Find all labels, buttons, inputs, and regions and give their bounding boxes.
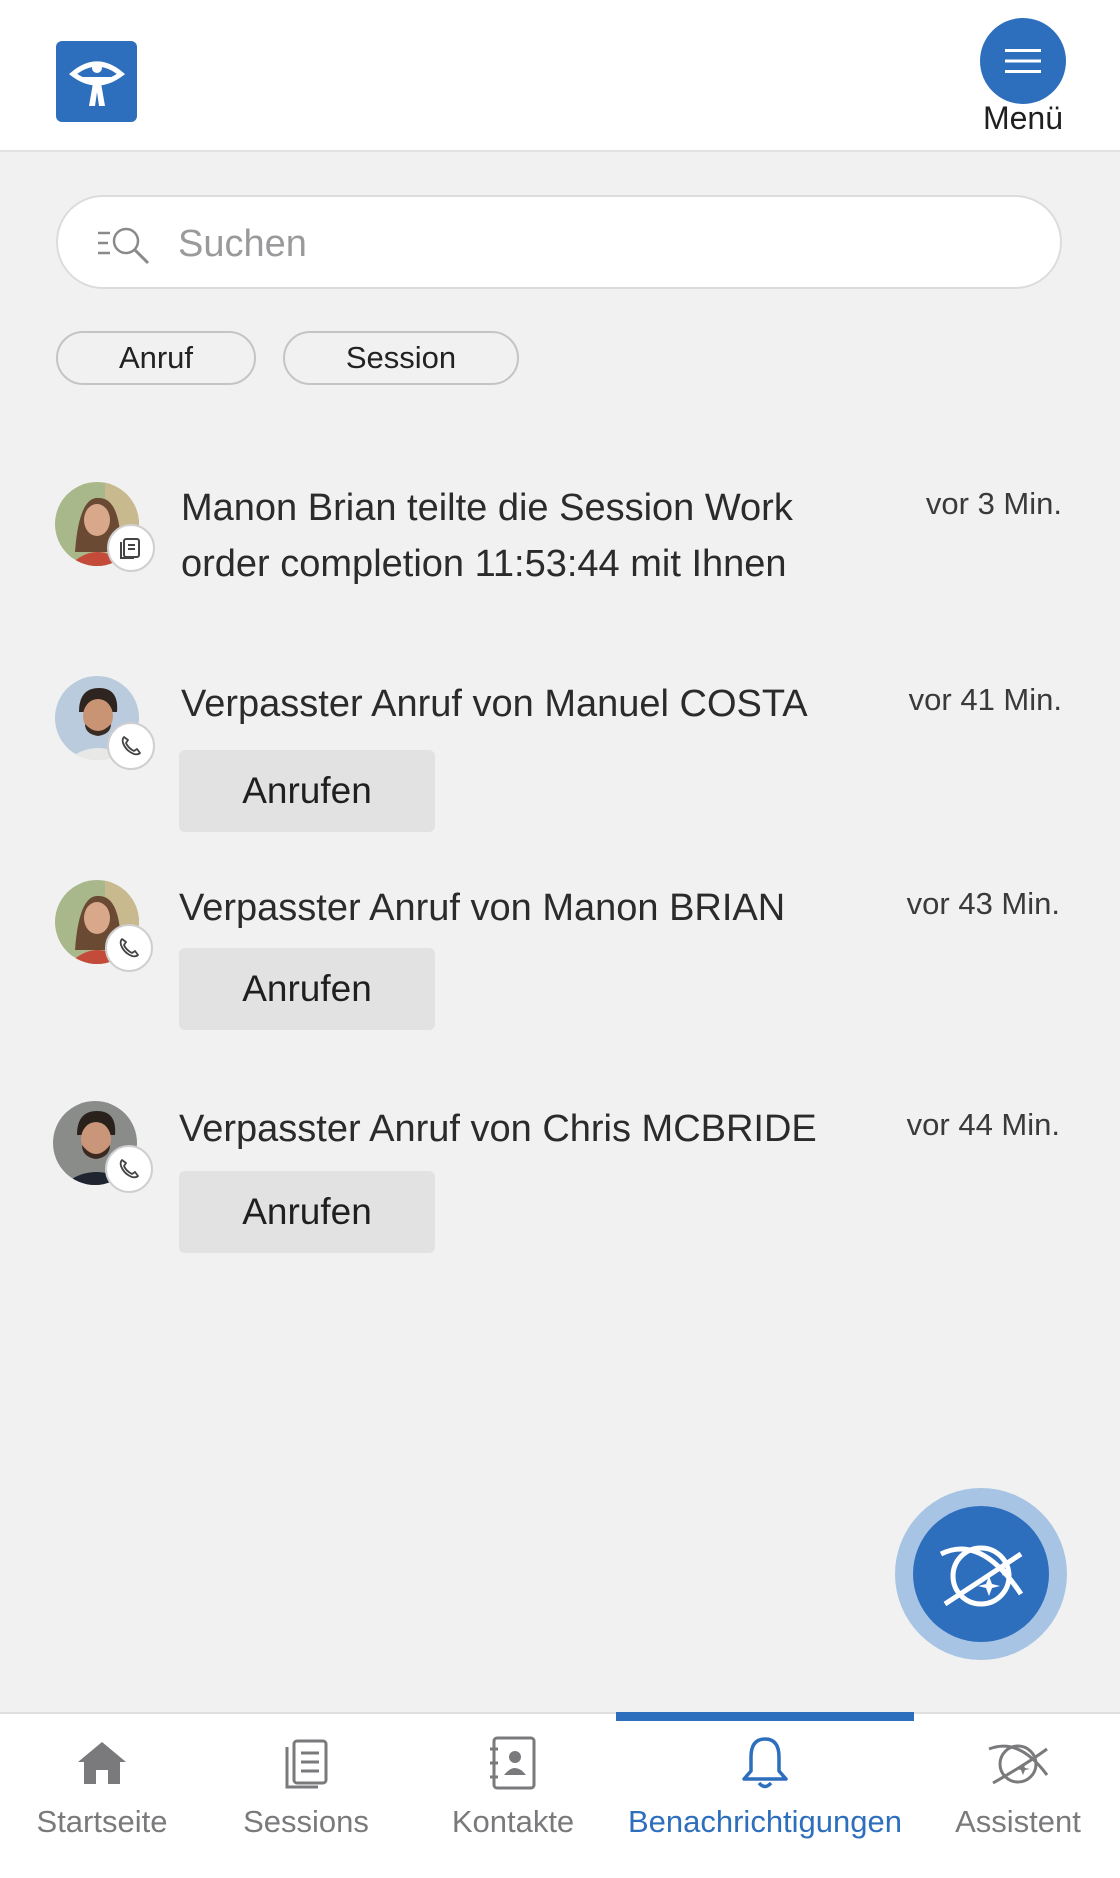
notification-item[interactable]: Manon Brian teilte die Session Work orde… [0,480,1120,620]
search-bar[interactable] [56,195,1062,289]
notification-text: Verpasster Anruf von Manon BRIAN [179,887,786,929]
nav-label: Assistent [955,1804,1081,1839]
nav-item-sessions[interactable]: Sessions [218,1714,394,1878]
bell-icon [742,1737,788,1789]
phone-icon [119,938,139,958]
nav-label: Benachrichtigungen [627,1804,903,1839]
nav-item-benachrichtigungen[interactable]: Benachrichtigungen [612,1714,918,1878]
notification-time: vor 43 Min. [906,886,1060,921]
nav-item-startseite[interactable]: Startseite [14,1714,190,1878]
assistant-fab[interactable] [895,1488,1067,1660]
call-back-button[interactable]: Anrufen [179,750,435,832]
app-logo[interactable] [56,41,137,122]
assistant-icon [988,1744,1049,1785]
notification-item: Verpasster Anruf von Manon BRIAN vor 43 … [0,876,1120,1046]
menu-button[interactable] [980,18,1066,104]
contacts-icon [490,1736,536,1790]
notification-item: Verpasster Anruf von Chris MCBRIDE vor 4… [0,1099,1120,1269]
hamburger-icon [1005,49,1041,73]
notification-item: Verpasster Anruf von Manuel COSTA vor 41… [0,674,1120,844]
nav-label: Sessions [243,1804,369,1839]
notification-time: vor 44 Min. [906,1107,1060,1142]
badge [107,524,155,572]
notification-text: Verpasster Anruf von Manuel COSTA [181,683,808,725]
document-icon [120,538,140,559]
active-tab-indicator [616,1712,914,1721]
filter-chip-anruf[interactable]: Anruf [56,331,256,385]
badge [107,722,155,770]
nav-label: Startseite [36,1804,168,1839]
assistant-planet-icon [939,1545,1024,1607]
call-back-button[interactable]: Anrufen [179,948,435,1030]
badge [105,1145,153,1193]
menu-label[interactable]: Menü [960,100,1086,137]
search-input[interactable] [176,215,1020,273]
accessibility-person-icon [68,61,125,106]
phone-icon [121,736,141,756]
notification-time: vor 3 Min. [925,486,1062,521]
phone-icon [119,1159,139,1179]
notification-text: Manon Brian teilte die Session Work orde… [181,487,793,585]
call-back-button[interactable]: Anrufen [179,1171,435,1253]
sessions-icon [285,1739,328,1789]
home-icon [78,1742,126,1784]
notification-text: Verpasster Anruf von Chris MCBRIDE [179,1108,817,1150]
nav-item-assistent[interactable]: Assistent [938,1714,1098,1878]
notification-time: vor 41 Min. [908,682,1062,717]
bottom-navigation: Startseite Sessions Kontakte Benachricht… [0,1712,1120,1878]
assistant-fab-inner [913,1506,1049,1642]
nav-item-kontakte[interactable]: Kontakte [428,1714,598,1878]
nav-label: Kontakte [451,1804,575,1839]
app-header: Menü [0,0,1120,152]
list-search-icon [98,227,150,265]
badge [105,924,153,972]
filter-chip-session[interactable]: Session [283,331,519,385]
